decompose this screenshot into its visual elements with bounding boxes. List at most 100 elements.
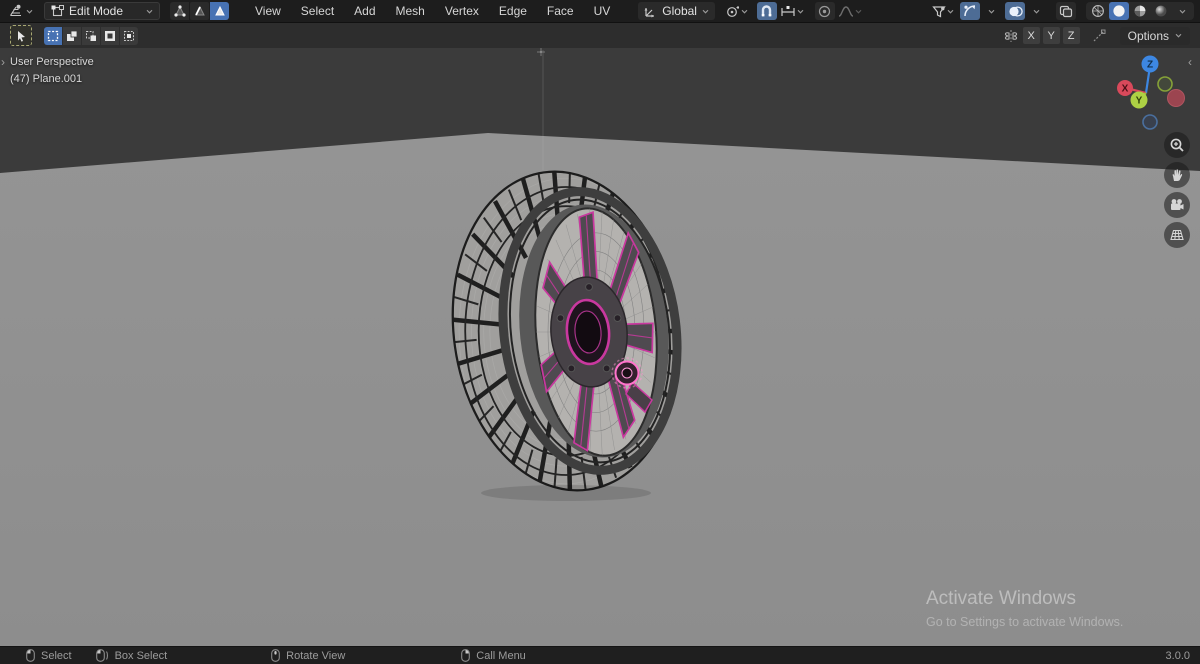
xray-toggle-button[interactable] <box>1056 2 1076 20</box>
orientation-label: Global <box>662 4 697 18</box>
magnet-icon <box>762 4 772 16</box>
chevron-down-icon <box>1175 33 1182 38</box>
snap-toggle-button[interactable] <box>756 2 777 20</box>
mirror-y-button[interactable]: Y <box>1042 27 1060 44</box>
mouse-left-drag-icon <box>95 649 108 662</box>
camera-view-button[interactable] <box>1164 192 1190 218</box>
show-overlays-button[interactable] <box>1005 2 1025 20</box>
options-dropdown[interactable]: Options <box>1119 26 1190 45</box>
status-call-menu: Call Menu <box>461 649 526 662</box>
hand-icon <box>1172 169 1183 181</box>
face-select-button[interactable] <box>210 2 229 20</box>
version-label: 3.0.0 <box>1165 649 1190 662</box>
snap-target-icon <box>781 5 795 16</box>
axis-z-negative-ball[interactable] <box>1142 114 1158 130</box>
material-preview-shading-icon <box>1134 5 1146 17</box>
status-call-menu-label: Call Menu <box>476 649 526 662</box>
view-perspective-label: User Perspective <box>10 56 94 68</box>
mode-dropdown[interactable]: Edit Mode <box>44 2 160 20</box>
menu-view[interactable]: View <box>245 1 291 21</box>
menu-select[interactable]: Select <box>291 1 344 21</box>
shading-mode-group <box>1086 2 1194 20</box>
orientation-icon <box>644 7 655 17</box>
falloff-curve-icon <box>838 5 854 17</box>
gizmo-icon <box>964 5 976 17</box>
show-gizmo-button[interactable] <box>960 2 980 20</box>
axis-x-label: X <box>1122 84 1129 95</box>
axis-y-negative-ball[interactable] <box>1157 76 1173 92</box>
object-visibility-dropdown[interactable] <box>930 2 956 20</box>
snap-target-dropdown[interactable] <box>778 2 806 20</box>
select-extend-icon <box>67 30 78 41</box>
shading-rendered-button[interactable] <box>1151 2 1171 20</box>
zoom-button[interactable] <box>1164 132 1190 158</box>
zoom-icon <box>1170 138 1184 152</box>
vertex-select-button[interactable] <box>170 2 189 20</box>
editor-type-button[interactable] <box>6 2 36 20</box>
visibility-filter-icon <box>932 5 946 17</box>
mouse-middle-icon <box>271 649 281 662</box>
edge-select-icon <box>194 5 205 16</box>
solid-shading-icon <box>1113 5 1125 17</box>
menu-mesh[interactable]: Mesh <box>386 1 435 21</box>
select-subtract-icon <box>86 30 96 41</box>
axis-z-label: Z <box>1147 60 1153 71</box>
select-invert-button[interactable] <box>101 26 119 45</box>
navigation-gizmo[interactable]: Z X Y <box>1110 54 1190 134</box>
select-set-button[interactable] <box>44 26 62 45</box>
menu-face[interactable]: Face <box>537 1 584 21</box>
shading-dropdown[interactable] <box>1172 2 1192 20</box>
menu-add[interactable]: Add <box>344 1 385 21</box>
chevron-down-icon <box>1179 9 1185 14</box>
pivot-point-dropdown[interactable] <box>724 2 750 20</box>
active-tool-button[interactable] <box>10 25 32 46</box>
viewport-side-tools <box>1164 132 1190 248</box>
face-select-icon <box>214 5 225 16</box>
menu-edge[interactable]: Edge <box>489 1 537 21</box>
select-intersect-button[interactable] <box>120 26 138 45</box>
axis-x-negative-ball[interactable] <box>1167 89 1185 107</box>
transform-orientation-dropdown[interactable]: Global <box>638 2 715 20</box>
mode-dropdown-label: Edit Mode <box>69 4 124 18</box>
chevron-down-icon <box>146 9 153 14</box>
select-subtract-button[interactable] <box>82 26 100 45</box>
xray-icon <box>1059 5 1073 17</box>
viewport-header: Edit Mode View Select Add Mesh Vertex Ed… <box>0 0 1200 23</box>
snap-to-symmetry-button[interactable] <box>1089 27 1109 45</box>
status-rotate-view-label: Rotate View <box>286 649 346 662</box>
overlays-dropdown[interactable] <box>1026 2 1046 20</box>
toolbar-region-toggle-icon[interactable]: › <box>1 56 5 68</box>
axis-y-label: Y <box>1136 96 1143 107</box>
overlays-icon <box>1008 5 1023 17</box>
mirror-z-button[interactable]: Z <box>1062 27 1080 44</box>
select-extend-button[interactable] <box>63 26 81 45</box>
proportional-falloff-dropdown[interactable] <box>836 2 864 20</box>
menu-vertex[interactable]: Vertex <box>435 1 489 21</box>
viewport-canvas[interactable]: › ‹ User Perspective (47) Plane.001 Z X … <box>0 48 1200 646</box>
blender-window: Edit Mode View Select Add Mesh Vertex Ed… <box>0 0 1200 664</box>
shading-wireframe-button[interactable] <box>1088 2 1108 20</box>
options-label: Options <box>1127 28 1169 43</box>
status-select-label: Select <box>41 649 72 662</box>
menu-uv[interactable]: UV <box>584 1 621 21</box>
vertex-select-icon <box>173 5 186 17</box>
menubar: View Select Add Mesh Vertex Edge Face UV <box>245 1 620 21</box>
status-select: Select <box>26 649 72 662</box>
editor-3d-viewport-icon <box>10 4 21 17</box>
select-mode-options <box>44 26 138 45</box>
shading-material-button[interactable] <box>1130 2 1150 20</box>
active-object-label: (47) Plane.001 <box>10 73 83 85</box>
pan-button[interactable] <box>1164 162 1190 188</box>
edge-select-button[interactable] <box>190 2 209 20</box>
gizmo-dropdown[interactable] <box>981 2 1001 20</box>
status-bar: Select Box Select Rotate View Call Menu <box>0 646 1200 664</box>
mirror-x-button[interactable]: X <box>1022 27 1040 44</box>
shading-solid-button[interactable] <box>1109 2 1129 20</box>
scene-3d-wheel[interactable] <box>0 48 1200 646</box>
snap-symmetry-icon <box>1093 29 1106 41</box>
mirror-symmetry-icon <box>1004 29 1017 42</box>
wireframe-shading-icon <box>1092 5 1104 17</box>
orthographic-toggle-button[interactable] <box>1164 222 1190 248</box>
proportional-editing-button[interactable] <box>814 2 835 20</box>
mouse-left-icon <box>26 649 35 662</box>
